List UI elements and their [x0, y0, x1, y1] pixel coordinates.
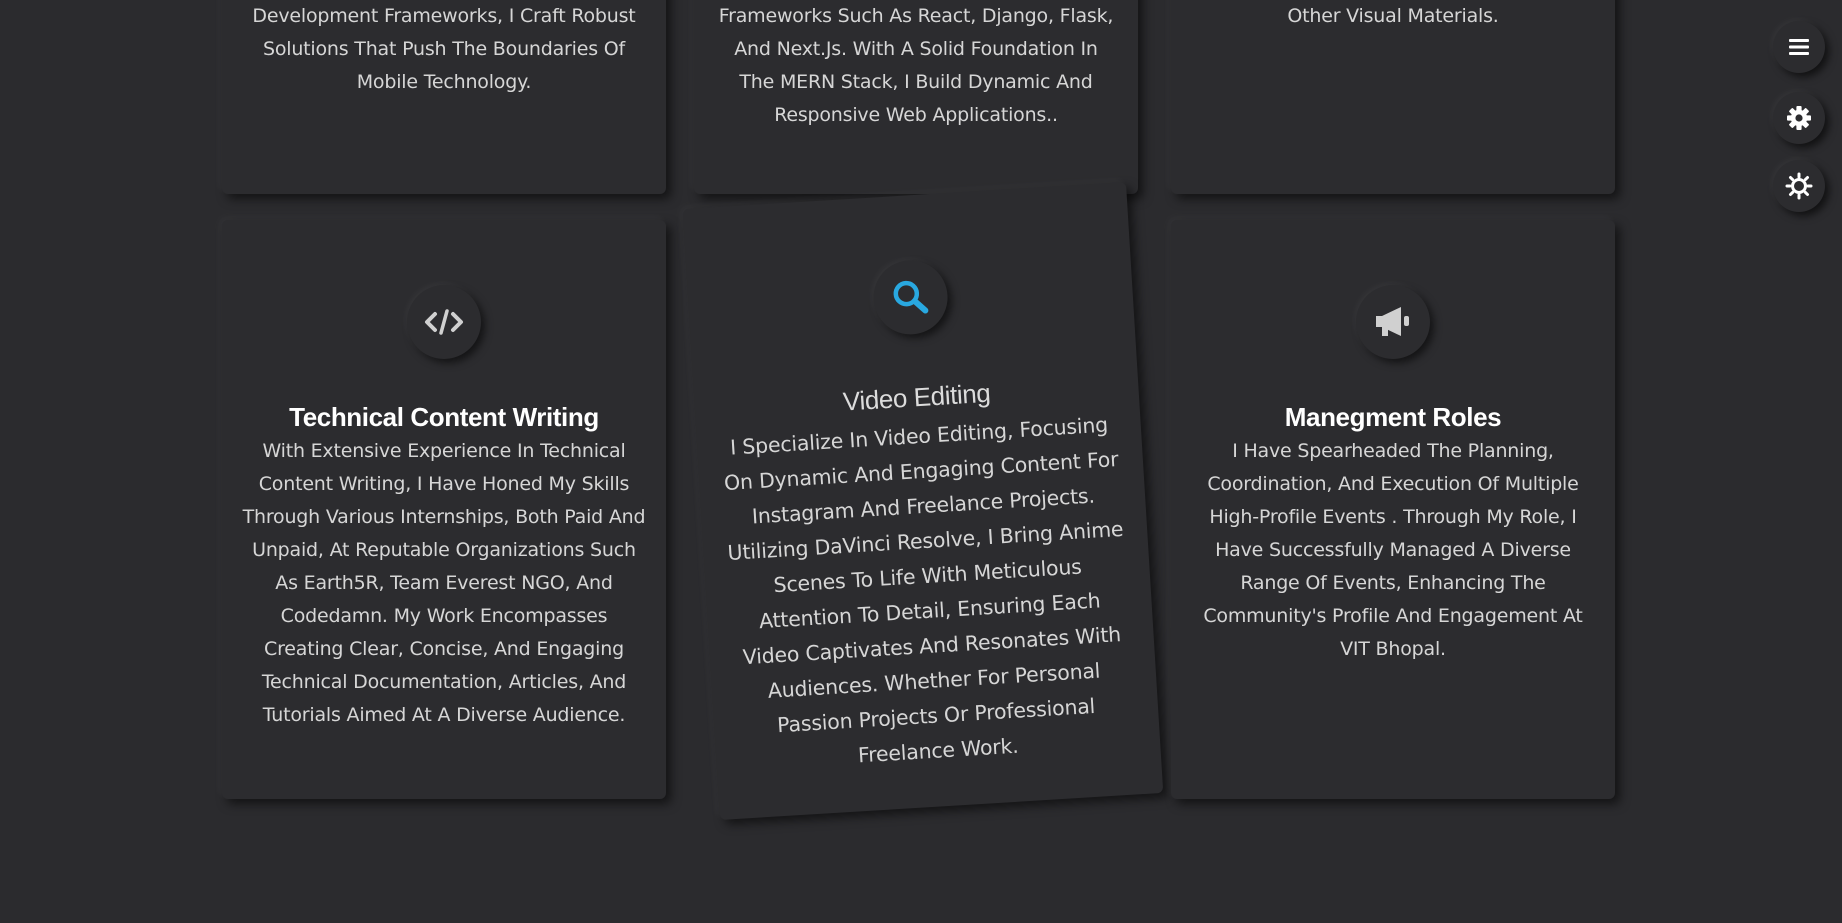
icon-badge [407, 285, 481, 359]
service-card-web: Frameworks Such As React, Django, Flask,… [694, 0, 1138, 194]
service-card-mobile: Development Frameworks, I Craft Robust S… [222, 0, 666, 194]
icon-badge [1356, 285, 1430, 359]
card-description: I Specialize In Video Editing, Focusing … [723, 412, 1125, 768]
service-card-video-editing: Video Editing I Specialize In Video Edit… [682, 182, 1164, 820]
card-description: With Extensive Experience In Technical C… [242, 440, 646, 726]
card-description: Development Frameworks, I Craft Robust S… [252, 5, 636, 93]
code-icon [425, 309, 463, 335]
service-card-technical-writing: Technical Content Writing With Extensive… [222, 220, 666, 799]
gear-icon [1787, 106, 1811, 130]
search-icon [893, 280, 929, 314]
menu-button[interactable] [1773, 21, 1825, 73]
settings-button[interactable] [1773, 92, 1825, 144]
service-card-graphic-design: Other Visual Materials. [1171, 0, 1615, 194]
card-description: Other Visual Materials. [1287, 5, 1499, 27]
megaphone-icon [1376, 307, 1409, 336]
card-description: I Have Spearheaded The Planning, Coordin… [1203, 440, 1583, 660]
card-title: Technical Content Writing [289, 402, 599, 432]
hamburger-menu-icon [1789, 39, 1809, 55]
sun-icon [1785, 172, 1813, 200]
service-card-management: Manegment Roles I Have Spearheaded The P… [1171, 220, 1615, 799]
icon-badge [871, 258, 950, 337]
theme-toggle-button[interactable] [1773, 160, 1825, 212]
card-description: Frameworks Such As React, Django, Flask,… [718, 5, 1114, 126]
card-title: Manegment Roles [1284, 402, 1502, 432]
